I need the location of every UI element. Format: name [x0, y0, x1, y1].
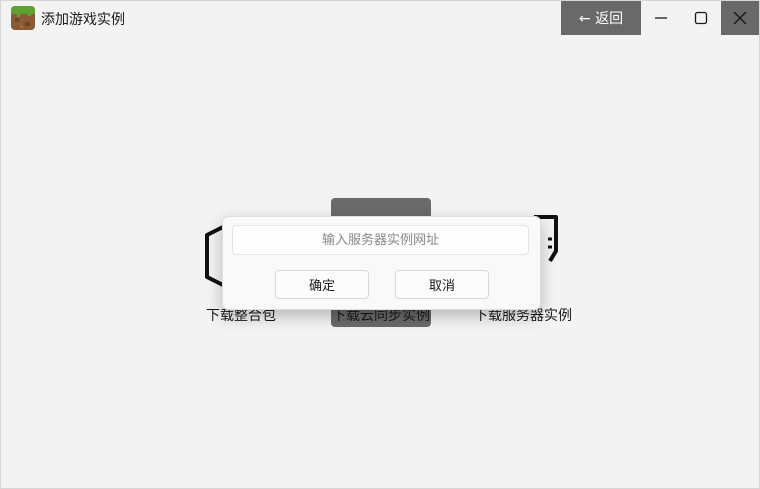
maximize-button[interactable] — [681, 1, 721, 35]
title-bar: 添加游戏实例 ← 返回 — [1, 1, 759, 35]
server-url-dialog: 确定 取消 — [222, 216, 541, 310]
app-logo-icon — [11, 6, 35, 30]
minimize-button[interactable] — [641, 1, 681, 35]
app-window: 添加游戏实例 ← 返回 下载整合包 下载云同步实例 下载服务器实例 输入服务器实… — [0, 0, 760, 489]
close-icon — [733, 11, 747, 25]
confirm-button[interactable]: 确定 — [275, 270, 369, 299]
window-title: 添加游戏实例 — [41, 12, 125, 28]
close-button[interactable] — [721, 1, 759, 35]
server-url-input[interactable] — [232, 225, 529, 255]
back-button[interactable]: ← 返回 — [561, 1, 641, 35]
maximize-icon — [694, 11, 708, 25]
minimize-icon — [655, 17, 667, 19]
cancel-button[interactable]: 取消 — [395, 270, 489, 299]
